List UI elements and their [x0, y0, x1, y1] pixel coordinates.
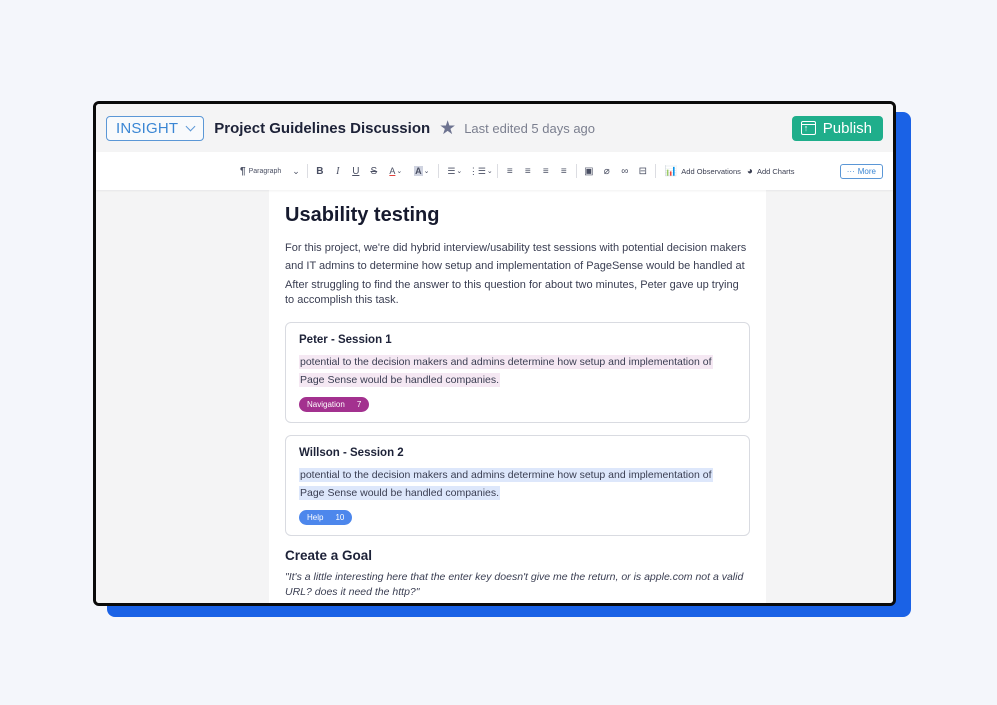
table-icon: ⊟	[638, 165, 647, 177]
observations-icon: 📊	[664, 165, 678, 177]
more-label: More	[857, 166, 876, 176]
document-title: Project Guidelines Discussion	[214, 119, 431, 137]
insert-link-button[interactable]: ∞	[616, 162, 634, 180]
chevron-down-icon	[185, 121, 196, 131]
chevron-down-icon: ⌄	[456, 168, 463, 175]
session-quote: potential to the decision makers and adm…	[299, 468, 713, 500]
session-title: Willson - Session 2	[299, 447, 404, 459]
publish-label: Publish	[822, 119, 872, 137]
image-icon: ▣	[584, 165, 594, 177]
numbered-list-icon: ⋮☰	[468, 165, 486, 176]
tag-row: Help 10	[299, 501, 736, 525]
align-center-button[interactable]: ≡	[519, 162, 537, 180]
text-color-button[interactable]: A ⌄	[383, 162, 409, 180]
toolbar-divider	[654, 164, 656, 178]
editor-canvas: Usability testing For this project, we'r…	[96, 190, 893, 603]
toolbar-divider	[575, 164, 577, 178]
document-page[interactable]: Usability testing For this project, we'r…	[269, 190, 766, 603]
align-right-icon: ≡	[542, 165, 549, 177]
chevron-down-icon: ⌄	[486, 168, 493, 175]
paperclip-icon: ⌀	[603, 165, 610, 177]
strikethrough-button[interactable]: S	[365, 162, 383, 180]
chevron-down-icon: ⌄	[423, 168, 430, 175]
last-edited-status: Last edited 5 days ago	[464, 120, 596, 136]
star-icon[interactable]: ★	[439, 119, 456, 138]
tag-badge[interactable]: Navigation 7	[299, 397, 370, 412]
bullet-list-button[interactable]: ☰ ⌄	[442, 162, 468, 180]
chevron-down-icon: ⌄	[396, 168, 403, 175]
highlight-color-button[interactable]: A ⌄	[409, 162, 435, 180]
tag-label: Navigation	[307, 400, 345, 409]
justify-button[interactable]: ≡	[555, 162, 573, 180]
tag-row: Navigation 7	[299, 388, 736, 412]
chevron-down-icon: ⌄	[292, 165, 300, 176]
goal-quote: "It's a little interesting here that the…	[285, 571, 744, 598]
paragraph: After struggling to find the answer to t…	[285, 279, 739, 306]
add-charts-label: Add Charts	[756, 166, 795, 176]
session-quote: potential to the decision makers and adm…	[299, 355, 713, 387]
session-card[interactable]: Peter - Session 1 potential to the decis…	[285, 322, 750, 423]
document-heading: Usability testing	[285, 204, 440, 226]
highlight-icon: A	[414, 166, 423, 176]
top-bar: INSIGHT Project Guidelines Discussion ★ …	[96, 104, 893, 152]
tag-badge[interactable]: Help 10	[299, 510, 353, 525]
tag-count: 10	[335, 513, 345, 522]
bold-button[interactable]: B	[311, 162, 329, 180]
tag-label: Help	[307, 513, 324, 522]
italic-button[interactable]: I	[329, 162, 347, 180]
workspace-dropdown[interactable]: INSIGHT	[106, 115, 205, 141]
bullet-list-icon: ☰	[447, 165, 456, 176]
session-title: Peter - Session 1	[299, 334, 392, 346]
add-observations-button[interactable]: 📊 Add Observations	[665, 162, 741, 180]
workspace-label: INSIGHT	[116, 119, 179, 137]
paragraph: For this project, we're did hybrid inter…	[285, 242, 747, 272]
paragraph-style-label: Paragraph	[248, 167, 282, 175]
align-left-icon: ≡	[506, 165, 513, 177]
underline-button[interactable]: U	[347, 162, 365, 180]
session-card[interactable]: Willson - Session 2 potential to the dec…	[285, 435, 750, 536]
paragraph-style-dropdown[interactable]: ¶ Paragraph ⌄	[240, 162, 304, 180]
text-color-icon: A	[389, 166, 396, 176]
link-icon: ∞	[621, 165, 629, 177]
align-center-icon: ≡	[524, 165, 531, 177]
publish-button[interactable]: Publish	[791, 115, 883, 141]
add-observations-label: Add Observations	[681, 166, 741, 176]
attach-button[interactable]: ⌀	[598, 162, 616, 180]
add-charts-button[interactable]: ◕ Add Charts	[747, 162, 795, 180]
ellipsis-icon: ···	[846, 166, 855, 176]
align-right-button[interactable]: ≡	[537, 162, 555, 180]
insert-image-button[interactable]: ▣	[580, 162, 598, 180]
align-left-button[interactable]: ≡	[501, 162, 519, 180]
section-heading: Create a Goal	[285, 548, 373, 563]
toolbar-divider	[437, 164, 439, 178]
pie-chart-icon: ◕	[746, 165, 753, 177]
insert-table-button[interactable]: ⊟	[634, 162, 652, 180]
upload-icon	[800, 121, 816, 135]
numbered-list-button[interactable]: ⋮☰ ⌄	[468, 162, 494, 180]
toolbar-divider	[496, 164, 498, 178]
more-button[interactable]: ··· More	[839, 163, 883, 179]
pilcrow-icon: ¶	[240, 165, 246, 177]
tag-count: 7	[356, 400, 362, 409]
toolbar-divider	[306, 164, 308, 178]
justify-icon: ≡	[560, 165, 567, 177]
editor-window: INSIGHT Project Guidelines Discussion ★ …	[93, 101, 896, 606]
formatting-toolbar: ¶ Paragraph ⌄ B I U S A ⌄ A ⌄ ☰ ⌄ ⋮☰ ⌄ ≡ ≡ ≡…	[96, 152, 893, 190]
